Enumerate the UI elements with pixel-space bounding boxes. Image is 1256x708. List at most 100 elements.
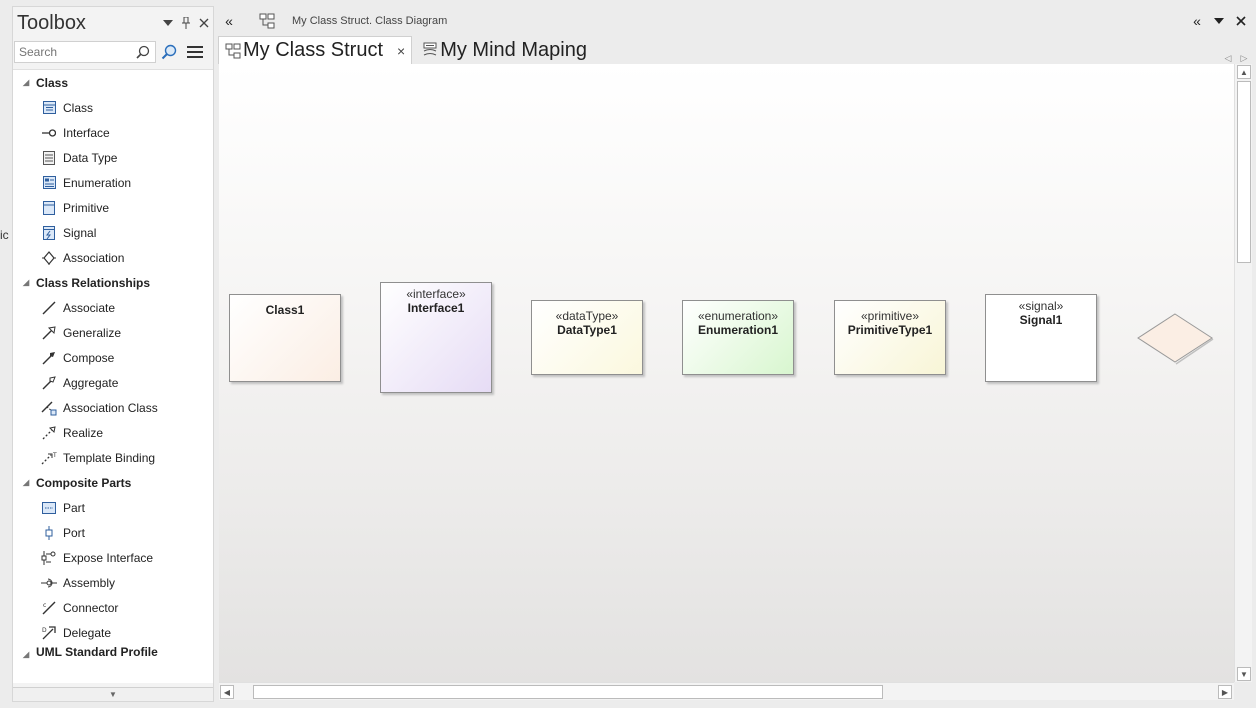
toolbox-group-composite-parts[interactable]: ◢ Composite Parts xyxy=(13,470,213,495)
generalize-arrow-icon xyxy=(41,325,57,341)
find-icon[interactable] xyxy=(156,41,182,63)
toolbox-group-class-relationships[interactable]: ◢ Class Relationships xyxy=(13,270,213,295)
toolbox-group-uml-standard-profile[interactable]: ◢ UML Standard Profile xyxy=(13,645,213,659)
item-label: Enumeration xyxy=(63,175,132,190)
toolbox-item-data-type[interactable]: Data Type xyxy=(13,145,213,170)
scroll-up-icon[interactable]: ▲ xyxy=(1237,65,1251,79)
close-icon[interactable] xyxy=(195,14,213,32)
uml-association-diamond[interactable] xyxy=(1135,312,1215,366)
item-label: Primitive xyxy=(63,200,110,215)
collapse-left-icon[interactable]: « xyxy=(218,10,240,32)
chevron-down-icon[interactable] xyxy=(1208,10,1230,32)
item-label: Port xyxy=(63,525,86,540)
toolbox-item-generalize[interactable]: Generalize xyxy=(13,320,213,345)
item-label: Delegate xyxy=(63,625,112,640)
uml-interface-element[interactable]: «interface» Interface1 xyxy=(380,282,492,393)
collapse-triangle-icon: ◢ xyxy=(23,478,30,487)
close-icon[interactable]: × xyxy=(397,43,405,59)
item-label: Signal xyxy=(63,225,97,240)
toolbox-panel: Toolbox Search ◢ Class Class Interface D… xyxy=(12,6,214,702)
stereotype-label: «enumeration» xyxy=(697,309,779,323)
item-label: Connector xyxy=(63,600,119,615)
toolbox-item-part[interactable]: Part xyxy=(13,495,213,520)
toolbox-title: Toolbox xyxy=(17,11,86,34)
connector-icon: c xyxy=(41,600,57,616)
toolbox-item-realize[interactable]: Realize xyxy=(13,420,213,445)
toolbox-item-interface[interactable]: Interface xyxy=(13,120,213,145)
expose-interface-icon xyxy=(41,550,57,566)
stereotype-label: «primitive» xyxy=(860,309,920,323)
diagram-canvas[interactable]: Class1 «interface» Interface1 «dataType»… xyxy=(219,64,1234,682)
class-diagram-icon xyxy=(225,43,241,58)
tab-label: My Mind Maping xyxy=(440,38,587,61)
toolbox-item-primitive[interactable]: Primitive xyxy=(13,195,213,220)
primitive-icon xyxy=(41,200,57,216)
collapse-icon[interactable]: « xyxy=(1186,10,1208,32)
association-icon xyxy=(41,250,57,266)
uml-class-element[interactable]: Class1 xyxy=(229,294,341,382)
toolbox-list: ◢ Class Class Interface Data Type Enumera… xyxy=(13,69,213,683)
horizontal-scrollbar[interactable]: ◀ ▶ xyxy=(219,682,1234,700)
item-label: Assembly xyxy=(63,575,116,590)
item-label: Association Class xyxy=(63,400,158,415)
item-label: Data Type xyxy=(63,150,118,165)
uml-datatype-element[interactable]: «dataType» DataType1 xyxy=(531,300,643,375)
tab-my-mind-maping[interactable]: My Mind Maping xyxy=(416,36,593,64)
diagram-type-icon[interactable] xyxy=(256,10,278,32)
vertical-scrollbar[interactable]: ▲ ▼ xyxy=(1234,64,1252,682)
compose-arrow-icon xyxy=(41,350,57,366)
toolbox-group-class[interactable]: ◢ Class xyxy=(13,70,213,95)
association-class-icon xyxy=(41,400,57,416)
vertical-scroll-thumb[interactable] xyxy=(1237,81,1251,263)
toolbox-item-connector[interactable]: c Connector xyxy=(13,595,213,620)
toolbox-item-assembly[interactable]: Assembly xyxy=(13,570,213,595)
item-label: Expose Interface xyxy=(63,550,154,565)
tab-scroll-right-icon[interactable]: ▷ xyxy=(1236,53,1252,64)
toolbox-item-port[interactable]: Port xyxy=(13,520,213,545)
toolbox-item-signal[interactable]: Signal xyxy=(13,220,213,245)
toolbox-item-association[interactable]: Association xyxy=(13,245,213,270)
toolbox-item-compose[interactable]: Compose xyxy=(13,345,213,370)
toolbox-item-class[interactable]: Class xyxy=(13,95,213,120)
close-icon[interactable] xyxy=(1230,10,1252,32)
element-name: PrimitiveType1 xyxy=(847,323,933,337)
dropdown-icon[interactable] xyxy=(159,14,177,32)
menu-icon[interactable] xyxy=(182,41,208,63)
interface-icon xyxy=(41,125,57,141)
toolbox-item-delegate[interactable]: D Delegate xyxy=(13,620,213,645)
horizontal-scroll-thumb[interactable] xyxy=(253,685,883,699)
group-label: Composite Parts xyxy=(36,475,132,490)
tab-my-class-struct[interactable]: My Class Struct × xyxy=(218,36,413,64)
collapse-triangle-icon: ◢ xyxy=(23,650,30,659)
search-icon[interactable] xyxy=(133,42,153,62)
uml-signal-element[interactable]: «signal» Signal1 xyxy=(985,294,1097,382)
uml-primitive-element[interactable]: «primitive» PrimitiveType1 xyxy=(834,300,946,375)
toolbox-item-association-class[interactable]: Association Class xyxy=(13,395,213,420)
stereotype-label: «dataType» xyxy=(555,309,619,323)
uml-enumeration-element[interactable]: «enumeration» Enumeration1 xyxy=(682,300,794,375)
toolbox-item-template-binding[interactable]: T Template Binding xyxy=(13,445,213,470)
pin-icon[interactable] xyxy=(177,14,195,32)
scroll-down-icon[interactable]: ▼ xyxy=(13,687,213,701)
scroll-left-icon[interactable]: ◀ xyxy=(220,685,234,699)
item-label: Class xyxy=(63,100,94,115)
toolbox-item-enumeration[interactable]: Enumeration xyxy=(13,170,213,195)
item-label: Realize xyxy=(63,425,104,440)
scroll-right-icon[interactable]: ▶ xyxy=(1218,685,1232,699)
toolbox-item-associate[interactable]: Associate xyxy=(13,295,213,320)
toolbox-item-aggregate[interactable]: Aggregate xyxy=(13,370,213,395)
svg-text:D: D xyxy=(42,627,47,634)
scroll-down-icon[interactable]: ▼ xyxy=(1237,667,1251,681)
toolbox-item-expose-interface[interactable]: Expose Interface xyxy=(13,545,213,570)
search-input[interactable] xyxy=(15,42,133,62)
svg-text:T: T xyxy=(52,452,57,459)
group-label: UML Standard Profile xyxy=(36,645,158,659)
collapse-triangle-icon: ◢ xyxy=(23,278,30,287)
delegate-icon: D xyxy=(41,625,57,641)
aggregate-arrow-icon xyxy=(41,375,57,391)
datatype-icon xyxy=(41,150,57,166)
tab-scroll-left-icon[interactable]: ◁ xyxy=(1220,53,1236,64)
element-name: Signal1 xyxy=(1019,313,1063,327)
part-icon xyxy=(41,500,57,516)
element-name: DataType1 xyxy=(557,323,617,337)
